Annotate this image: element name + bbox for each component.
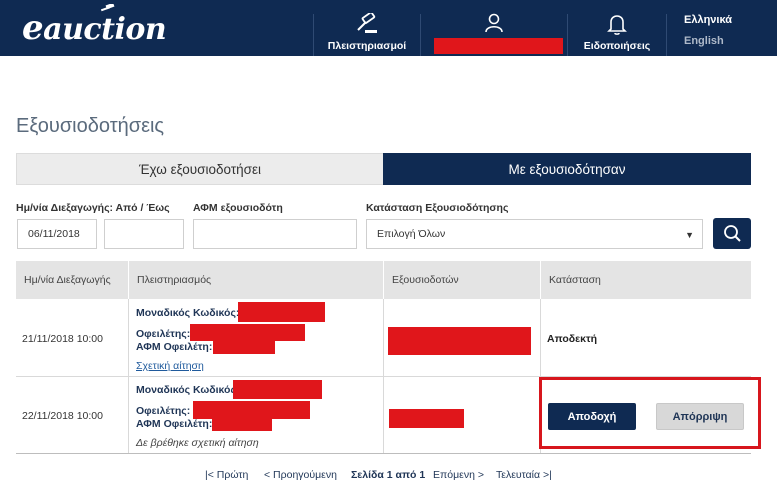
language-english[interactable]: English	[684, 35, 724, 47]
row-date: 21/11/2018 10:00	[22, 333, 103, 345]
language-greek[interactable]: Ελληνικά	[684, 14, 732, 26]
pagination-last[interactable]: Τελευταία >|	[496, 469, 552, 481]
date-to-input[interactable]	[104, 219, 184, 249]
eauction-logo[interactable]: eauction	[22, 8, 167, 48]
table-row	[16, 299, 751, 377]
redacted-debtor-afm	[213, 339, 275, 354]
bell-icon	[607, 15, 627, 35]
logo-gavel-icon	[100, 4, 115, 12]
user-icon	[485, 13, 503, 33]
status-select[interactable]: Επιλογή Όλων ▼	[366, 219, 703, 249]
pagination-next[interactable]: Επόμενη >	[433, 469, 484, 481]
redacted-authorizer	[388, 327, 531, 355]
unique-code-label: Μοναδικός Κωδικός:	[136, 307, 240, 319]
tab-authorized-me[interactable]: Με εξουσιοδότησαν	[383, 153, 751, 185]
gavel-icon	[357, 13, 377, 33]
row-date: 22/11/2018 10:00	[22, 410, 103, 422]
redacted-code	[233, 380, 322, 399]
afm-label: ΑΦΜ εξουσιοδότη	[193, 202, 283, 214]
unique-code-label: Μοναδικός Κωδικός:	[136, 384, 240, 396]
redacted-code	[238, 302, 325, 322]
table-header: Ημ/νία Διεξαγωγής Πλειστηριασμός Εξουσιο…	[16, 261, 751, 299]
header-auction: Πλειστηριασμός	[137, 274, 212, 286]
highlight-annotation-box	[539, 377, 761, 449]
pagination-previous[interactable]: < Προηγούμενη	[264, 469, 337, 481]
column-divider	[128, 377, 129, 453]
afm-input[interactable]	[193, 219, 357, 249]
search-button[interactable]	[713, 218, 751, 249]
related-request-link[interactable]: Σχετική αίτηση	[136, 360, 204, 372]
header-status: Κατάσταση	[549, 274, 601, 286]
column-divider	[383, 299, 384, 376]
column-divider	[383, 377, 384, 453]
status-filter-label: Κατάσταση Εξουσιοδότησης	[366, 202, 509, 214]
tab-i-authorized[interactable]: Έχω εξουσιοδοτήσει	[16, 153, 383, 185]
nav-notifications[interactable]: Ειδοποιήσεις	[568, 0, 666, 56]
header-date: Ημ/νία Διεξαγωγής	[24, 274, 111, 286]
redacted-username	[434, 38, 563, 54]
date-from-input[interactable]: 06/11/2018	[17, 219, 97, 249]
date-range-label: Ημ/νία Διεξαγωγής: Από / Έως	[16, 202, 170, 214]
top-navigation-bar: eauction Πλειστηριασμοί Ειδοποιήσεις Ελλ…	[0, 0, 777, 56]
redacted-debtor-afm	[212, 417, 272, 431]
chevron-down-icon: ▼	[685, 230, 694, 240]
redacted-authorizer	[389, 409, 464, 428]
nav-auctions[interactable]: Πλειστηριασμοί	[314, 0, 420, 56]
page-title: Εξουσιοδοτήσεις	[16, 115, 165, 137]
search-icon	[724, 225, 741, 242]
debtor-label: Οφειλέτης:	[136, 328, 191, 340]
debtor-afm-label: ΑΦΜ Οφειλέτη:	[136, 418, 213, 430]
header-authorizer: Εξουσιοδοτών	[392, 274, 459, 286]
status-badge: Αποδεκτή	[547, 333, 598, 345]
pagination-first[interactable]: |< Πρώτη	[205, 469, 248, 481]
debtor-label: Οφειλέτης:	[136, 405, 191, 417]
pagination-current: Σελίδα 1 από 1	[351, 469, 426, 481]
debtor-afm-label: ΑΦΜ Οφειλέτη:	[136, 341, 213, 353]
status-select-value: Επιλογή Όλων	[377, 228, 446, 240]
column-divider	[540, 299, 541, 376]
nav-divider	[666, 14, 667, 56]
no-request-note: Δε βρέθηκε σχετική αίτηση	[136, 437, 259, 449]
column-divider	[128, 299, 129, 376]
